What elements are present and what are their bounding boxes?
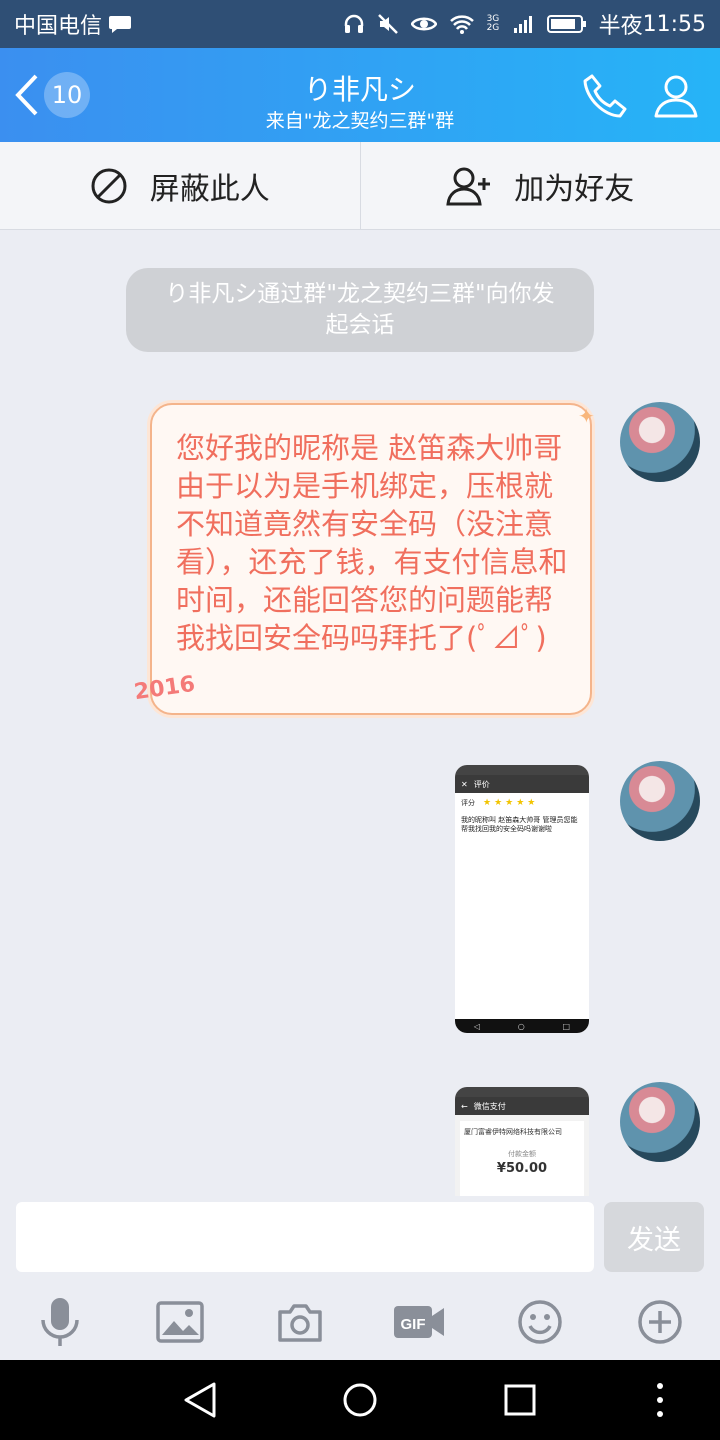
payment-card: 厦门富睿伊特网络科技有限公司 付款金额 ¥50.00 bbox=[460, 1121, 584, 1199]
profile-icon[interactable] bbox=[652, 72, 700, 120]
image-toolbar: ✕ 评价 bbox=[455, 775, 589, 793]
status-bar: 中国电信 3G 2G 半夜 11:55 bbox=[0, 0, 720, 48]
mic-icon bbox=[41, 1298, 79, 1346]
camera-button[interactable] bbox=[270, 1292, 330, 1352]
more-vertical-icon[interactable] bbox=[652, 1380, 668, 1420]
block-user-button[interactable]: 屏蔽此人 bbox=[0, 142, 360, 229]
signal-icon bbox=[513, 16, 532, 33]
clock: 11:55 bbox=[642, 11, 706, 37]
star-decoration-icon: ✦ bbox=[578, 404, 595, 428]
image-title: 评价 bbox=[473, 779, 490, 789]
emoji-icon bbox=[518, 1300, 562, 1344]
message-input[interactable] bbox=[16, 1202, 594, 1272]
image-status-strip bbox=[455, 1087, 589, 1097]
image-navbar: ◁ ○ □ bbox=[455, 1019, 589, 1033]
image-status-strip bbox=[455, 765, 589, 775]
mute-icon bbox=[377, 14, 398, 34]
svg-text:GIF: GIF bbox=[401, 1316, 426, 1333]
carrier-label: 中国电信 bbox=[14, 14, 103, 39]
system-message: り非凡シ通过群"龙之契约三群"向你发起会话 bbox=[126, 268, 594, 352]
amount-label: 付款金额 bbox=[508, 1150, 536, 1158]
rating-comment: 我的昵称叫 赵笛森大帅哥 管理员您能帮我找回我的安全码吗谢谢啦 bbox=[461, 816, 578, 833]
eye-icon bbox=[410, 17, 437, 31]
home-nav-icon[interactable] bbox=[340, 1380, 380, 1420]
phone-icon[interactable] bbox=[582, 72, 630, 120]
camera-icon bbox=[278, 1304, 322, 1342]
message-bubble[interactable]: 您好我的昵称是 赵笛森大帅哥 由于以为是手机绑定，压根就不知道竟然有安全码（没注… bbox=[150, 403, 592, 715]
battery-icon bbox=[546, 15, 586, 33]
time-prefix: 半夜 bbox=[598, 14, 643, 39]
image-message[interactable]: ✕ 评价 评分 ★★★★★ 我的昵称叫 赵笛森大帅哥 管理员您能帮我找回我的安全码吗… bbox=[455, 765, 589, 1033]
avatar[interactable] bbox=[620, 402, 700, 482]
back-nav-icon[interactable] bbox=[182, 1380, 218, 1420]
block-label: 屏蔽此人 bbox=[149, 171, 270, 207]
send-button[interactable]: 发送 bbox=[604, 1202, 704, 1272]
add-user-icon bbox=[446, 167, 491, 205]
input-bar: 发送 bbox=[0, 1196, 720, 1284]
emoji-button[interactable] bbox=[510, 1292, 570, 1352]
gif-icon: GIF bbox=[394, 1306, 444, 1338]
network-type: 3G 2G bbox=[486, 14, 500, 33]
recents-nav-icon[interactable] bbox=[502, 1380, 538, 1420]
add-friend-label: 加为好友 bbox=[514, 171, 635, 207]
chat-header: 10 り非凡シ 来自"龙之契约三群"群 bbox=[0, 48, 720, 142]
avatar[interactable] bbox=[620, 1082, 700, 1162]
message-icon bbox=[109, 16, 132, 33]
action-bar: 屏蔽此人 加为好友 bbox=[0, 142, 720, 230]
image-button[interactable] bbox=[150, 1292, 210, 1352]
rating-label: 评分 bbox=[461, 799, 475, 807]
wifi-icon bbox=[449, 15, 474, 34]
plus-icon bbox=[638, 1300, 682, 1344]
input-toolbar: GIF bbox=[0, 1284, 720, 1360]
image-message[interactable]: ← 微信支付 厦门富睿伊特网络科技有限公司 付款金额 ¥50.00 bbox=[455, 1087, 589, 1199]
gif-button[interactable]: GIF bbox=[390, 1292, 450, 1352]
system-navbar bbox=[0, 1360, 720, 1440]
headphones-icon bbox=[344, 14, 363, 33]
merchant-name: 厦门富睿伊特网络科技有限公司 bbox=[464, 1128, 562, 1136]
image-body: 评分 ★★★★★ 我的昵称叫 赵笛森大帅哥 管理员您能帮我找回我的安全码吗谢谢啦 bbox=[455, 793, 589, 840]
more-button[interactable] bbox=[630, 1292, 690, 1352]
avatar[interactable] bbox=[620, 761, 700, 841]
image-title: 微信支付 bbox=[473, 1101, 506, 1111]
rating-stars: ★★★★★ bbox=[483, 798, 539, 808]
image-toolbar: ← 微信支付 bbox=[455, 1097, 589, 1115]
voice-button[interactable] bbox=[30, 1292, 90, 1352]
payment-amount: ¥50.00 bbox=[496, 1161, 548, 1176]
add-friend-button[interactable]: 加为好友 bbox=[359, 142, 720, 229]
block-icon bbox=[91, 168, 127, 203]
image-icon bbox=[156, 1301, 204, 1343]
